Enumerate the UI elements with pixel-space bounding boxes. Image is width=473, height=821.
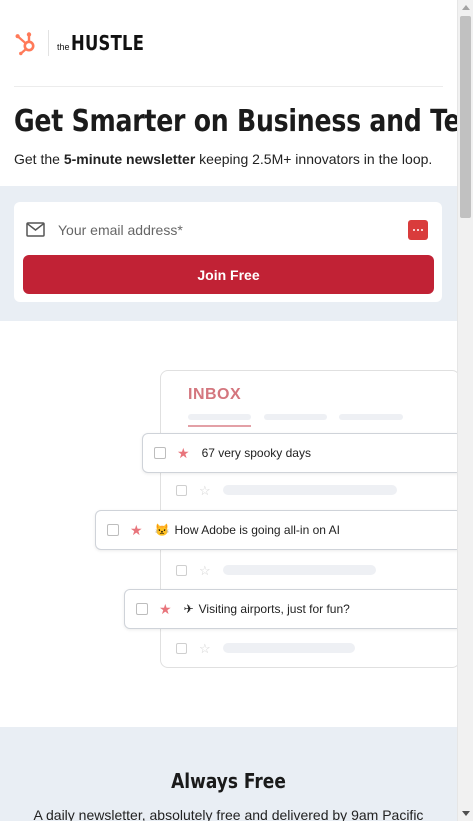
subline-highlight: 5-minute newsletter	[63, 151, 196, 167]
airplane-emoji-icon: ✈	[183, 602, 194, 616]
scrollbar-thumb[interactable]	[460, 16, 471, 218]
section-title-text: Always Free	[171, 769, 286, 793]
section-description: A daily newsletter, absolutely free and …	[33, 807, 424, 821]
signup-form: Join Free	[14, 202, 442, 302]
page-title: Get Smarter on Business and Tech	[14, 104, 457, 139]
star-icon: ★	[177, 445, 190, 461]
hubspot-sprocket-icon[interactable]	[14, 30, 38, 56]
message-subject: How Adobe is going all-in on AI	[174, 523, 340, 537]
scroll-up-arrow-icon[interactable]	[462, 5, 470, 10]
inbox-title: INBOX	[188, 386, 242, 403]
cat-emoji-icon: 😾	[154, 523, 170, 537]
inbox-message-card: ★ 😾 How Adobe is going all-in on AI	[95, 510, 457, 550]
star-icon: ★	[130, 522, 143, 538]
message-subject: 67 very spooky days	[201, 446, 311, 460]
checkbox-icon	[107, 524, 119, 536]
checkbox-icon	[176, 484, 187, 496]
placeholder-row: ☆	[176, 641, 355, 655]
password-dots-icon[interactable]	[408, 220, 428, 240]
section-title: Always Free	[0, 769, 457, 793]
star-icon: ★	[159, 601, 172, 617]
star-outline-icon: ☆	[199, 640, 211, 656]
checkbox-icon	[154, 447, 166, 459]
subline-tail: keeping 2.5M+ innovators in the loop.	[195, 151, 433, 167]
message-subject: Visiting airports, just for fun?	[198, 602, 350, 616]
star-outline-icon: ☆	[199, 482, 211, 498]
signup-section: Join Free	[0, 186, 457, 321]
checkbox-icon	[176, 564, 187, 576]
placeholder-bar	[222, 643, 355, 653]
site-header: the HUSTLE	[14, 28, 160, 58]
inbox-tab-placeholder	[339, 414, 403, 420]
brand-prefix: the	[57, 42, 70, 52]
email-input[interactable]	[58, 218, 398, 242]
envelope-icon	[26, 222, 45, 237]
inbox-tab-placeholder	[264, 414, 327, 420]
placeholder-bar	[222, 565, 376, 575]
page: the HUSTLE Get Smarter on Business and T…	[0, 0, 457, 821]
scroll-down-arrow-icon[interactable]	[462, 811, 470, 816]
checkbox-icon	[176, 642, 187, 654]
placeholder-bar	[222, 485, 397, 495]
brand-name: HUSTLE	[70, 31, 144, 55]
checkbox-icon	[136, 603, 148, 615]
page-scrollbar[interactable]	[457, 0, 473, 821]
inbox-tab-underline	[188, 425, 251, 427]
inbox-tab-placeholder	[188, 414, 251, 420]
brand-logo[interactable]: the HUSTLE	[57, 31, 160, 55]
join-free-button[interactable]: Join Free	[23, 255, 434, 294]
placeholder-row: ☆	[176, 483, 397, 497]
logo-divider	[48, 30, 49, 56]
always-free-section: Always Free A daily newsletter, absolute…	[0, 727, 457, 821]
subline-lead: Get the	[14, 151, 64, 167]
hero-subline: Get the 5-minute newsletter keeping 2.5M…	[14, 151, 432, 167]
placeholder-row: ☆	[176, 563, 376, 577]
inbox-message-card: ★ 67 very spooky days	[142, 433, 457, 473]
header-divider	[14, 86, 443, 87]
star-outline-icon: ☆	[199, 562, 211, 578]
inbox-message-card: ★ ✈ Visiting airports, just for fun?	[124, 589, 457, 629]
